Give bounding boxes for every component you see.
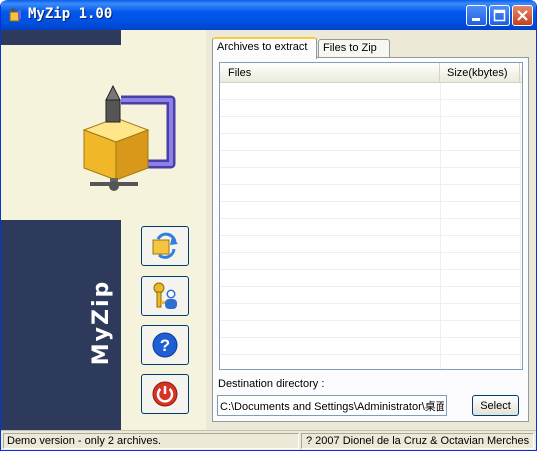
- power-icon: [152, 381, 178, 407]
- app-window: MyZip 1.00 MyZip ? Archives to extract F…: [0, 0, 537, 451]
- select-button[interactable]: Select: [472, 395, 519, 416]
- refresh-button[interactable]: [141, 226, 189, 266]
- column-divider: [440, 83, 441, 369]
- destination-input[interactable]: [217, 395, 447, 416]
- brand-name: MyZip: [89, 279, 115, 366]
- window-title: MyZip 1.00: [28, 6, 113, 22]
- destination-label: Destination directory :: [218, 378, 325, 390]
- column-divider: [520, 83, 521, 369]
- tab-files-to-zip[interactable]: Files to Zip: [318, 39, 390, 58]
- app-icon[interactable]: [7, 7, 23, 23]
- refresh-arrows-icon: [152, 232, 178, 259]
- title-bar[interactable]: MyZip 1.00: [1, 0, 536, 30]
- maximize-icon: [493, 9, 506, 22]
- branding-sidebar: MyZip ?: [1, 30, 206, 430]
- close-icon: [517, 10, 528, 21]
- myzip-logo-icon: [82, 84, 176, 191]
- maximize-button[interactable]: [489, 5, 510, 26]
- tab-panel: Files Size(kbytes) Destination directory…: [212, 57, 529, 422]
- close-button[interactable]: [512, 5, 533, 26]
- file-list-rows[interactable]: [220, 83, 522, 369]
- minimize-button[interactable]: [466, 5, 487, 26]
- status-bar: Demo version - only 2 archives. ? 2007 D…: [1, 430, 536, 450]
- help-icon: ?: [152, 332, 178, 358]
- keys-user-icon: [153, 282, 177, 309]
- exit-button[interactable]: [141, 374, 189, 414]
- status-copyright: ? 2007 Dionel de la Cruz & Octavian Merc…: [301, 433, 534, 449]
- brand-vertical-text: MyZip: [89, 270, 129, 370]
- status-demo-version: Demo version - only 2 archives.: [3, 433, 299, 449]
- users-keys-button[interactable]: [141, 276, 189, 316]
- column-header-size[interactable]: Size(kbytes): [440, 63, 520, 83]
- minimize-icon: [472, 18, 480, 21]
- column-header-files[interactable]: Files: [220, 63, 440, 83]
- svg-text:?: ?: [160, 336, 170, 355]
- tab-archives-to-extract[interactable]: Archives to extract: [212, 37, 317, 59]
- help-button[interactable]: ?: [141, 325, 189, 365]
- file-list[interactable]: Files Size(kbytes): [219, 62, 523, 370]
- file-list-header: Files Size(kbytes): [220, 63, 522, 83]
